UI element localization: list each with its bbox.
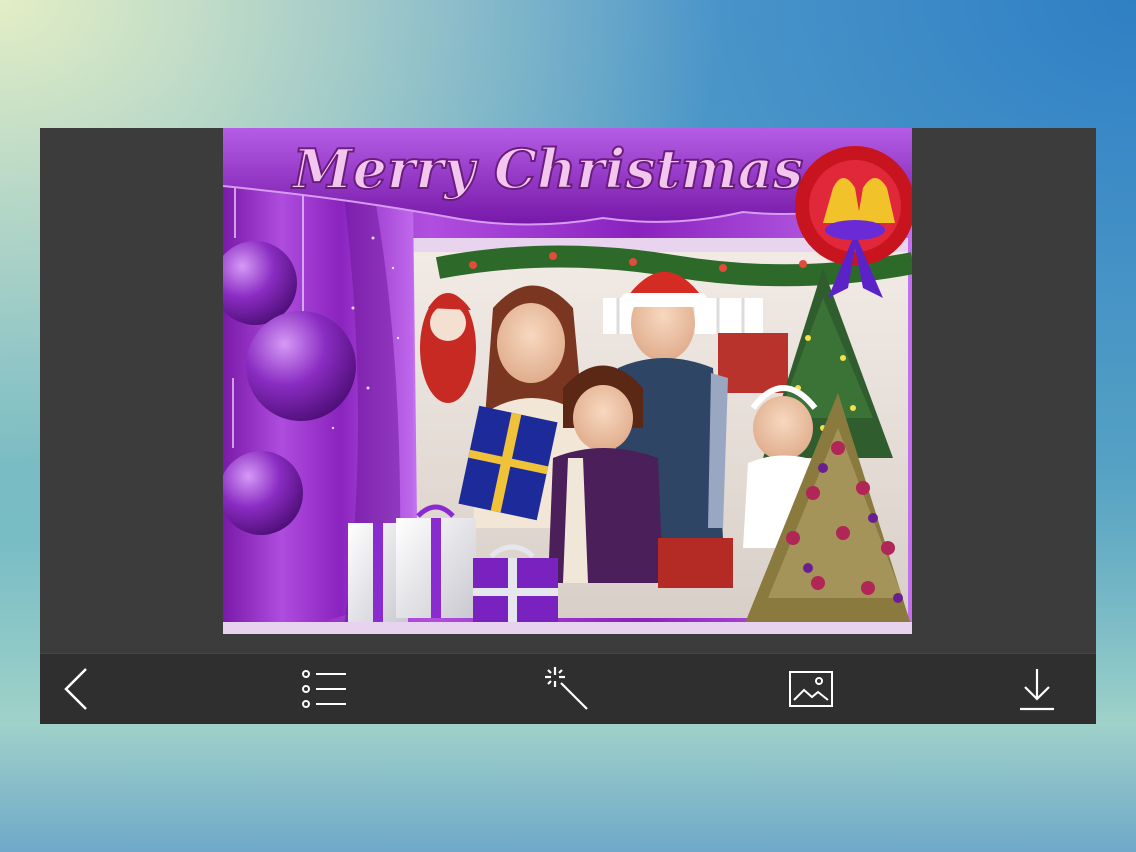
frames-list-button[interactable]	[296, 662, 352, 716]
download-button[interactable]	[1009, 662, 1065, 716]
christmas-frame-image: Merry Christmas	[223, 128, 912, 634]
editor-panel: Merry Christmas	[40, 128, 1096, 724]
frame-title: Merry Christmas	[291, 137, 803, 201]
list-icon	[302, 670, 346, 708]
effects-button[interactable]	[539, 662, 595, 716]
photo-canvas[interactable]: Merry Christmas	[223, 128, 912, 634]
magic-wand-icon	[545, 667, 588, 710]
gallery-button[interactable]	[783, 662, 839, 716]
image-icon	[789, 671, 833, 707]
back-button[interactable]	[50, 662, 106, 716]
bottom-toolbar	[40, 653, 1096, 724]
download-icon	[1020, 669, 1054, 711]
back-chevron-icon	[64, 668, 87, 710]
